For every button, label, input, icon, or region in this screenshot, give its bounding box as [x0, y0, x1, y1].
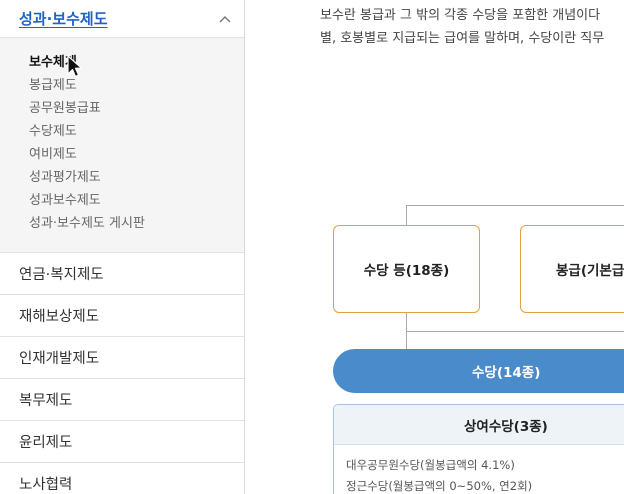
allowance-category-pill: 수당(14종): [333, 349, 624, 393]
submenu-item-performance-evaluation[interactable]: 성과평가제도: [29, 166, 244, 189]
sidebar-item-labor-cooperation[interactable]: 노사협력: [0, 463, 244, 494]
submenu-item-salary-table[interactable]: 공무원봉급표: [29, 97, 244, 120]
allowance-total-box: 수당 등(18종): [333, 225, 480, 313]
sidebar-submenu: 보수체계 봉급제도 공무원봉급표 수당제도 여비제도 성과평가제도 성과보수제도…: [0, 38, 244, 253]
submenu-item-travel-expense[interactable]: 여비제도: [29, 143, 244, 166]
sidebar-item-accident-compensation[interactable]: 재해보상제도: [0, 295, 244, 337]
sidebar-item-ethics-system[interactable]: 윤리제도: [0, 421, 244, 463]
main-content: 보수란 봉급과 그 밖의 각종 수당을 포함한 개념이다 별, 호봉별로 지급되…: [245, 0, 624, 494]
bonus-allowance-item: 정근수당(월봉급액의 0~50%, 연2회): [346, 479, 533, 493]
sidebar-section-header[interactable]: 성과·보수제도: [0, 0, 244, 38]
mouse-cursor-icon: [67, 55, 83, 78]
submenu-item-pay-system[interactable]: 보수체계: [29, 51, 244, 74]
sidebar-item-talent-development[interactable]: 인재개발제도: [0, 337, 244, 379]
submenu-item-performance-pay[interactable]: 성과보수제도: [29, 189, 244, 212]
submenu-item-board[interactable]: 성과·보수제도 게시판: [29, 212, 244, 235]
submenu-item-salary-system[interactable]: 봉급제도: [29, 74, 244, 97]
base-salary-box: 봉급(기본급): [520, 225, 624, 313]
bonus-allowance-card: 상여수당(3종) 대우공무원수당(월봉급액의 4.1%) 정근수당(월봉급액의 …: [333, 404, 624, 494]
chevron-up-icon[interactable]: [218, 12, 232, 26]
connector-line: [406, 331, 624, 332]
sidebar-section-title[interactable]: 성과·보수제도: [19, 8, 108, 29]
submenu-item-allowance-system[interactable]: 수당제도: [29, 120, 244, 143]
pay-structure-diagram: 수당 등(18종) 봉급(기본급) 수당(14종) 상여수당(3종) 대우공무원…: [245, 0, 624, 494]
connector-line: [406, 205, 407, 225]
sidebar-item-service-system[interactable]: 복무제도: [0, 379, 244, 421]
bonus-allowance-card-title: 상여수당(3종): [334, 405, 624, 445]
connector-line: [406, 205, 624, 206]
sidebar-nav: 성과·보수제도 보수체계 봉급제도 공무원봉급표 수당제도 여비제도 성과평가제…: [0, 0, 245, 494]
sidebar-item-pension-welfare[interactable]: 연금·복지제도: [0, 253, 244, 295]
bonus-allowance-item: 대우공무원수당(월봉급액의 4.1%): [346, 458, 515, 472]
